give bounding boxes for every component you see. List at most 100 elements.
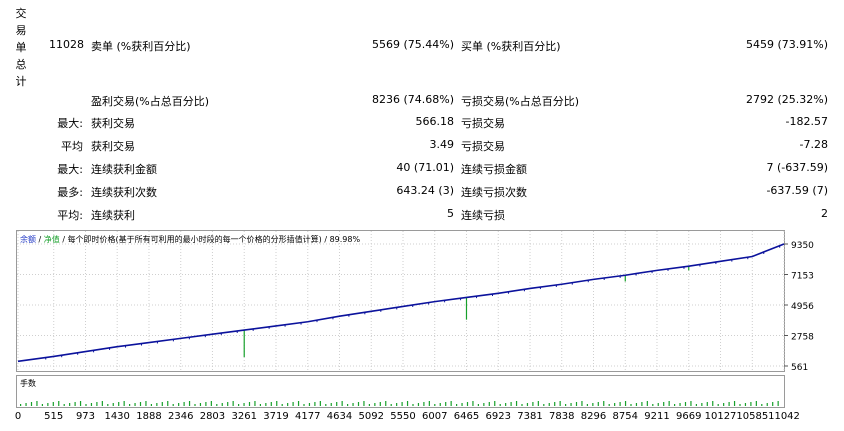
chart-legend: 余额 / 净值 / 每个即时价格(基于所有可利用的最小时段的每一个价格的分形插值… [20, 234, 360, 244]
volume-bar [270, 402, 272, 406]
volume-bar [761, 404, 763, 406]
row-prefix: 最多: [57, 186, 83, 199]
volume-bar [733, 401, 736, 406]
volume-bar [69, 403, 71, 406]
row-prefix: 平均: [57, 209, 83, 222]
legend-separator: / [36, 235, 44, 244]
total-trades-label: 交易单总计 [15, 7, 27, 88]
x-tick-label: 11042 [768, 411, 800, 422]
volume-bar [526, 403, 529, 406]
volume-bar [456, 404, 458, 406]
volume-bar [178, 403, 180, 406]
volume-bar [663, 402, 665, 406]
volume-bar [750, 402, 752, 406]
x-tick-label: 7381 [517, 411, 543, 422]
volume-bar [287, 403, 289, 406]
volume-bar [483, 403, 485, 406]
volume-bar [635, 403, 638, 406]
volume-label: 手数 [20, 378, 36, 388]
volume-bar [368, 404, 370, 406]
volume-bar [586, 404, 588, 406]
volume-bar [303, 404, 305, 406]
short-trades-label: 卖单 (%获利百分比) [91, 40, 191, 53]
y-axis-ticks: 9350 7153 4956 2758 561 [784, 241, 814, 373]
volume-bar [510, 402, 512, 406]
row-prefix: 最大: [57, 163, 83, 176]
volume-bar [112, 403, 114, 406]
volume-bar [210, 401, 212, 406]
volume-bar [227, 402, 229, 406]
volume-bar [123, 401, 125, 406]
volume-bar [194, 404, 196, 406]
y-tick-label: 9350 [791, 241, 814, 251]
volume-bar [728, 402, 730, 406]
x-tick-label: 1430 [104, 411, 130, 422]
volume-bar [216, 404, 218, 406]
volume-bar [221, 403, 223, 406]
row-right-value: -7.28 [799, 138, 828, 151]
y-tick-label: 7153 [791, 271, 814, 281]
volume-bar [96, 402, 98, 406]
volume-bar [575, 402, 578, 406]
volume-bar [630, 404, 632, 406]
legend-balance: 余额 [20, 234, 36, 244]
chart-frame [16, 230, 785, 372]
row-left-value: 3.49 [429, 138, 455, 151]
volume-bar [341, 401, 343, 406]
volume-bar [396, 403, 398, 406]
volume-bar [739, 404, 741, 406]
x-tick-label: 3719 [263, 411, 289, 422]
row-left-value: 5 [447, 207, 454, 220]
volume-bar [79, 401, 82, 406]
volume-bar [232, 401, 234, 406]
volume-bar [706, 402, 708, 406]
volume-bar [276, 401, 278, 406]
volume-bar [614, 403, 616, 406]
loss-trades-label: 亏损交易(%占总百分比) [461, 95, 580, 108]
short-trades-value: 5569 (75.44%) [371, 38, 454, 51]
row-right-value: -182.57 [785, 115, 828, 128]
volume-bar [597, 402, 599, 406]
volume-bar [374, 403, 376, 406]
volume-bar [161, 402, 163, 406]
x-tick-label: 6923 [485, 411, 511, 422]
volume-bar [156, 403, 158, 406]
row-right-label: 亏损交易 [461, 140, 505, 153]
volume-bar [744, 403, 747, 406]
volume-bar [363, 401, 365, 406]
x-tick-label: 7838 [548, 411, 575, 422]
row-right-label: 连续亏损 [461, 209, 505, 222]
volume-bar [20, 404, 22, 406]
volume-chart: 手数 [16, 375, 785, 408]
volume-bar [390, 404, 392, 406]
legend-equity: 净值 [44, 234, 60, 244]
volume-bar [772, 402, 774, 406]
volume-bar [690, 401, 692, 406]
volume-bar [347, 404, 349, 406]
volume-bar [406, 401, 409, 406]
volume-bar [167, 401, 169, 406]
volume-bar [199, 403, 202, 406]
x-tick-label: 10127 [704, 411, 737, 422]
volume-bar [434, 404, 436, 406]
volume-bar [325, 404, 327, 406]
row-right-label: 亏损交易 [461, 117, 505, 130]
volume-bar [30, 402, 33, 406]
row-left-value: 643.24 (3) [396, 184, 454, 197]
x-tick-label: 4634 [326, 411, 353, 422]
volume-bar [537, 401, 539, 406]
row-left-label: 连续获利 [91, 209, 135, 222]
volume-bar [417, 403, 420, 406]
long-trades-value: 5459 (73.91%) [745, 38, 828, 51]
x-tick-label: 6007 [421, 411, 448, 422]
x-tick-label: 515 [44, 411, 64, 422]
volume-bar [755, 401, 757, 406]
volume-bar [521, 404, 523, 406]
volume-bar [352, 403, 354, 406]
profit-trades-label: 盈利交易(%占总百分比) [91, 95, 210, 108]
volume-bar [134, 403, 136, 406]
row-right-value: -637.59 (7) [766, 184, 828, 197]
volume-bar [330, 403, 332, 406]
volume-bar [36, 401, 38, 406]
volume-bar [118, 402, 120, 406]
